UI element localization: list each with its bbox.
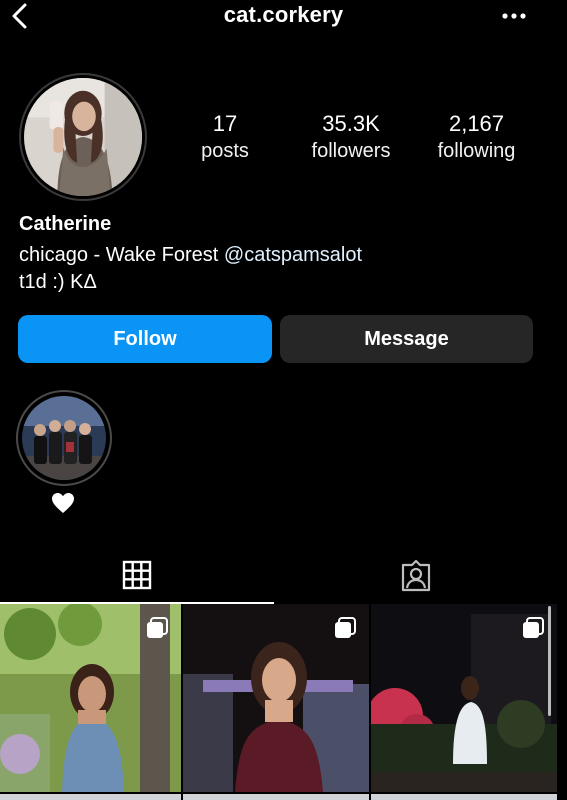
following-stat[interactable]: 2,167 following (424, 111, 529, 165)
post-thumbnail-row-partial[interactable] (183, 794, 369, 800)
tab-tagged[interactable] (278, 548, 553, 604)
follow-button[interactable]: Follow (18, 315, 272, 363)
highlight-cover (22, 396, 106, 480)
post-thumbnail[interactable] (183, 604, 369, 792)
multiple-posts-icon (335, 617, 356, 638)
grid-icon (122, 560, 152, 590)
followers-count: 35.3K (322, 111, 380, 136)
more-horizontal-icon[interactable] (499, 3, 529, 27)
post-thumbnail-row-partial[interactable] (0, 794, 181, 800)
post-thumbnail-row-partial[interactable] (371, 794, 557, 800)
followers-label: followers (311, 140, 391, 162)
avatar-photo (24, 78, 142, 196)
profile-name: Catherine (19, 213, 112, 235)
scrollbar[interactable] (548, 606, 551, 716)
posts-grid (0, 604, 567, 800)
bio-text: chicago - Wake Forest (19, 244, 224, 266)
multiple-posts-icon (147, 617, 168, 638)
multiple-posts-icon (523, 617, 544, 638)
following-label: following (437, 140, 516, 162)
bio-mention-link[interactable]: @catspamsalot (224, 244, 362, 266)
post-thumbnail[interactable] (371, 604, 557, 792)
following-count: 2,167 (448, 111, 505, 136)
posts-stat[interactable]: 17 posts (185, 111, 265, 165)
followers-stat[interactable]: 35.3K followers (296, 111, 406, 165)
posts-count: 17 (212, 111, 238, 136)
posts-label: posts (201, 140, 249, 162)
heart-icon (52, 493, 74, 513)
message-button[interactable]: Message (280, 315, 533, 363)
tagged-person-icon (401, 559, 430, 592)
profile-avatar[interactable] (19, 73, 147, 201)
top-bar: cat.corkery (0, 0, 567, 34)
bio-line-1: chicago - Wake Forest @catspamsalot (19, 244, 362, 267)
bio-line-2: t1d :) ΚΔ (19, 271, 97, 293)
story-highlight[interactable] (16, 390, 112, 486)
post-thumbnail[interactable] (0, 604, 181, 792)
tab-posts-grid[interactable] (0, 548, 274, 604)
profile-username: cat.corkery (223, 2, 344, 27)
profile-tabs (0, 548, 567, 604)
